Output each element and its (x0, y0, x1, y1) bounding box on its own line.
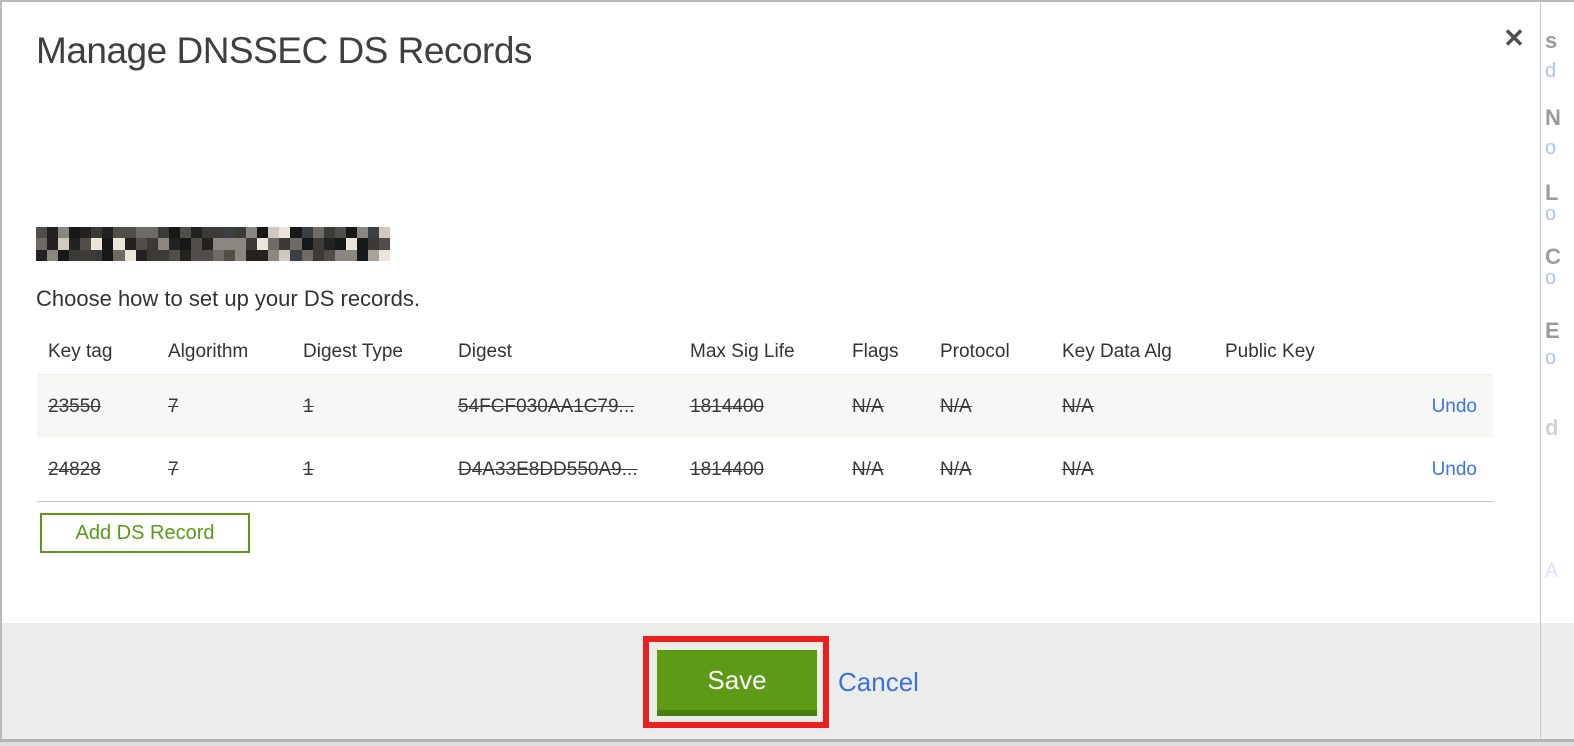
dnssec-modal-screen: sdNoLoCoEodA Manage DNSSEC DS Records ✕ … (0, 0, 1574, 746)
background-text-fragment: d (1545, 415, 1559, 440)
cell-key-data-alg: N/A (1062, 395, 1094, 417)
window-border-left (0, 0, 2, 746)
window-border-bottom (0, 739, 1574, 746)
column-header-digest: Digest (458, 341, 512, 362)
cell-protocol: N/A (940, 458, 972, 480)
add-ds-record-button[interactable]: Add DS Record (40, 513, 250, 553)
column-header-public-key: Public Key (1225, 341, 1315, 362)
column-header-key-data-alg: Key Data Alg (1062, 341, 1172, 362)
background-text-fragment: d (1545, 60, 1557, 82)
cell-digest-type: 1 (303, 395, 314, 417)
background-text-fragment: A (1545, 560, 1559, 582)
cell-digest: 54FCF030AA1C79... (458, 395, 635, 417)
column-header-flags: Flags (852, 341, 899, 362)
cell-max-sig-life: 1814400 (690, 458, 764, 480)
cell-actions: Undo (1430, 396, 1477, 418)
save-button[interactable]: Save (657, 650, 817, 716)
subtitle-text: Choose how to set up your DS records. (36, 286, 420, 311)
column-header-key-tag: Key tag (48, 341, 113, 362)
cell-protocol: N/A (940, 395, 972, 417)
cell-algorithm: 7 (168, 395, 179, 417)
column-header-protocol: Protocol (940, 341, 1010, 362)
page-title: Manage DNSSEC DS Records (36, 30, 532, 71)
cell-flags: N/A (852, 458, 884, 480)
column-header-algorithm: Algorithm (168, 341, 249, 362)
close-button[interactable]: ✕ (1498, 22, 1530, 54)
cell-key-tag: 23550 (48, 395, 101, 417)
modal-footer: Save Cancel (0, 623, 1574, 740)
background-text-fragment: E (1545, 318, 1560, 343)
cell-digest-type: 1 (303, 458, 314, 480)
table-row: 24828 7 1 D4A33E8DD550A9... 1814400 N/A … (37, 438, 1493, 502)
cell-key-data-alg: N/A (1062, 458, 1094, 480)
cancel-link[interactable]: Cancel (838, 667, 919, 698)
background-text-fragment: s (1545, 28, 1558, 53)
redacted-domain-name (36, 227, 390, 261)
close-icon: ✕ (1503, 22, 1525, 53)
cell-algorithm: 7 (168, 458, 179, 480)
column-header-max-sig-life: Max Sig Life (690, 341, 795, 362)
cell-flags: N/A (852, 395, 884, 417)
undo-link[interactable]: Undo (1432, 459, 1477, 480)
background-text-fragment: o (1545, 137, 1557, 159)
background-text-fragment: N (1545, 105, 1561, 130)
cell-max-sig-life: 1814400 (690, 395, 764, 417)
cell-actions: Undo (1430, 459, 1477, 481)
table-row: 23550 7 1 54FCF030AA1C79... 1814400 N/A … (37, 374, 1493, 438)
background-text-fragment: o (1545, 347, 1557, 369)
ds-records-table: Key tag Algorithm Digest Type Digest Max… (37, 330, 1493, 502)
cell-key-tag: 24828 (48, 458, 101, 480)
background-text-fragment: o (1545, 203, 1557, 225)
cell-digest: D4A33E8DD550A9... (458, 458, 638, 480)
undo-link[interactable]: Undo (1432, 396, 1477, 417)
column-header-digest-type: Digest Type (303, 341, 403, 362)
table-header-row: Key tag Algorithm Digest Type Digest Max… (37, 330, 1493, 374)
window-border-top (0, 0, 1574, 2)
modal-right-border (1540, 0, 1541, 746)
background-text-fragment: o (1545, 267, 1557, 289)
